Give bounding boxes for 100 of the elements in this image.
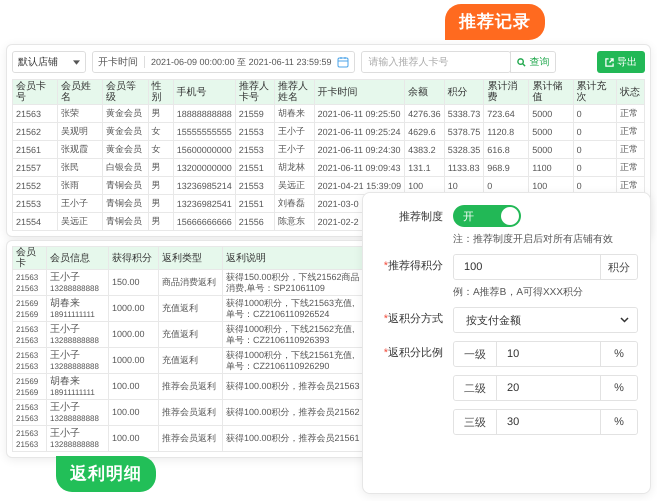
table-cell: 男 — [152, 108, 160, 118]
table-cell: 2021-06-11 09:24:30 — [318, 144, 400, 154]
field-label: 返积分比例 — [388, 347, 443, 359]
required-mark: * — [384, 313, 388, 325]
table-cell: 1100 — [532, 162, 552, 172]
level-label: 三级 — [454, 410, 497, 434]
table-cell-text: 21563 — [16, 324, 40, 334]
method-select[interactable]: 按支付金额 — [453, 307, 638, 333]
table-cell: 女 — [152, 126, 160, 136]
table-cell: 13236982541 — [176, 198, 232, 208]
search-icon — [517, 58, 526, 66]
table-cell: 陈意东 — [278, 216, 306, 226]
table-cell: 充值返利 — [162, 355, 198, 365]
table-cell: 正常 — [620, 180, 638, 190]
date-range-field[interactable]: 开卡时间 2021-06-09 00:00:00 至 2021-06-11 23:59:59 — [92, 51, 356, 73]
table-cell: 青铜会员 — [106, 198, 142, 208]
field-label: 推荐得积分 — [388, 260, 443, 272]
table-cell: 正常 — [620, 126, 638, 136]
table-cell: 2021-06-11 09:25:50 — [318, 108, 400, 118]
table-cell: 2021-06-11 09:09:43 — [318, 162, 400, 172]
table-cell: 张雨 — [60, 180, 79, 190]
table-cell: 0 — [576, 126, 582, 136]
table-cell: 1000.00 — [112, 329, 145, 339]
table-cell: 张民 — [60, 162, 79, 172]
table-cell: 21551 — [238, 162, 264, 172]
table-cell: 1000.00 — [112, 303, 145, 313]
table-cell: 2021-02-2 — [318, 216, 359, 226]
store-select[interactable]: 默认店铺 — [12, 51, 86, 73]
table-cell: 王小子 — [60, 198, 88, 208]
table-cell: 616.8 — [487, 144, 510, 154]
table-cell-text: 获得1000积分，下线21563充值,单号：CZ2106110926524 — [226, 298, 356, 320]
table-cell: 13236985214 — [176, 180, 232, 190]
table-cell: 胡春来 — [278, 108, 306, 118]
table-cell: 刘春磊 — [278, 198, 306, 208]
search-field[interactable]: 请输入推荐人卡号 — [361, 51, 512, 73]
table-cell-text: 21563 — [16, 272, 40, 282]
table-cell: 1133.83 — [448, 162, 480, 172]
required-mark: * — [384, 260, 388, 272]
table-cell: 5000 — [532, 144, 552, 154]
table-cell: 白银会员 — [106, 162, 142, 172]
table-cell: 吴观明 — [60, 126, 88, 136]
column-header: 累计消费 — [484, 80, 529, 104]
column-header: 会员信息 — [46, 246, 108, 270]
table-cell-text: 21563 — [16, 334, 40, 346]
table-cell-text: 21563 — [16, 402, 40, 412]
member-phone: 13288888888 — [50, 282, 100, 294]
table-cell: 正常 — [620, 144, 638, 154]
table-cell: 0 — [487, 180, 492, 190]
table-cell: 21561 — [16, 144, 42, 154]
unit-label: % — [600, 410, 637, 434]
table-cell: 男 — [152, 198, 160, 208]
table-cell: 2021-06-11 09:25:24 — [318, 126, 400, 136]
section-badge: 返利明细 — [56, 456, 156, 492]
table-cell: 21562 — [16, 126, 42, 136]
table-cell-text: 21569 — [16, 298, 40, 308]
member-phone: 13288888888 — [50, 334, 100, 346]
table-cell: 2021-04-21 15:39:09 — [318, 180, 402, 190]
table-cell-text: 21563 — [16, 350, 40, 360]
column-header: 余额 — [404, 80, 444, 104]
export-icon — [605, 58, 614, 66]
ratio-field[interactable]: 三级 30 % — [453, 409, 638, 435]
table-cell-text: 获得1000积分，下线21561充值,单号：CZ2106110926290 — [226, 350, 356, 372]
table-cell: 21553 — [238, 180, 264, 190]
member-phone: 13288888888 — [50, 412, 100, 424]
table-cell: 150.00 — [112, 277, 140, 287]
ratio-field[interactable]: 二级 20 % — [453, 375, 638, 401]
table-cell: 21553 — [16, 198, 42, 208]
table-cell: 100.00 — [112, 381, 140, 391]
level-label: 二级 — [454, 376, 497, 400]
member-name: 王小子 — [50, 324, 81, 334]
table-cell: 10 — [448, 180, 458, 190]
table-cell: 胡龙林 — [278, 162, 306, 172]
required-mark: * — [384, 347, 388, 359]
table-cell: 100.00 — [112, 433, 140, 443]
table-cell: 723.64 — [487, 108, 515, 118]
ratio-field[interactable]: 一级 10 % — [453, 341, 638, 367]
table-cell: 充值返利 — [162, 329, 198, 339]
table-cell: 15600000000 — [176, 144, 232, 154]
caret-icon — [73, 60, 80, 64]
table-cell: 商品消费返利 — [162, 277, 216, 287]
column-header: 手机号 — [173, 80, 236, 104]
table-cell: 张荣 — [60, 108, 79, 118]
table-cell: 18888888888 — [176, 108, 232, 118]
table-cell: 获得100.00积分，推荐会员21562 — [226, 407, 361, 418]
column-header: 累计储值 — [528, 80, 574, 104]
member-phone: 18911111111 — [50, 386, 96, 398]
column-header: 会员姓名 — [57, 80, 102, 104]
table-cell: 0 — [576, 144, 582, 154]
table-cell: 21556 — [238, 216, 264, 226]
points-field[interactable]: 100 积分 — [453, 254, 638, 280]
member-name: 王小子 — [50, 350, 81, 360]
table-cell: 2021-03-0 — [318, 198, 359, 208]
table-cell: 21554 — [16, 216, 42, 226]
table-cell: 968.9 — [487, 162, 510, 172]
table-cell: 1000.00 — [112, 355, 145, 365]
field-value: 100 — [463, 260, 484, 275]
table-cell: 1120.8 — [487, 126, 514, 136]
table-cell-text: 21563 — [16, 428, 40, 438]
table-cell-text: 21563 — [16, 360, 40, 372]
table-cell: 充值返利 — [162, 303, 198, 313]
